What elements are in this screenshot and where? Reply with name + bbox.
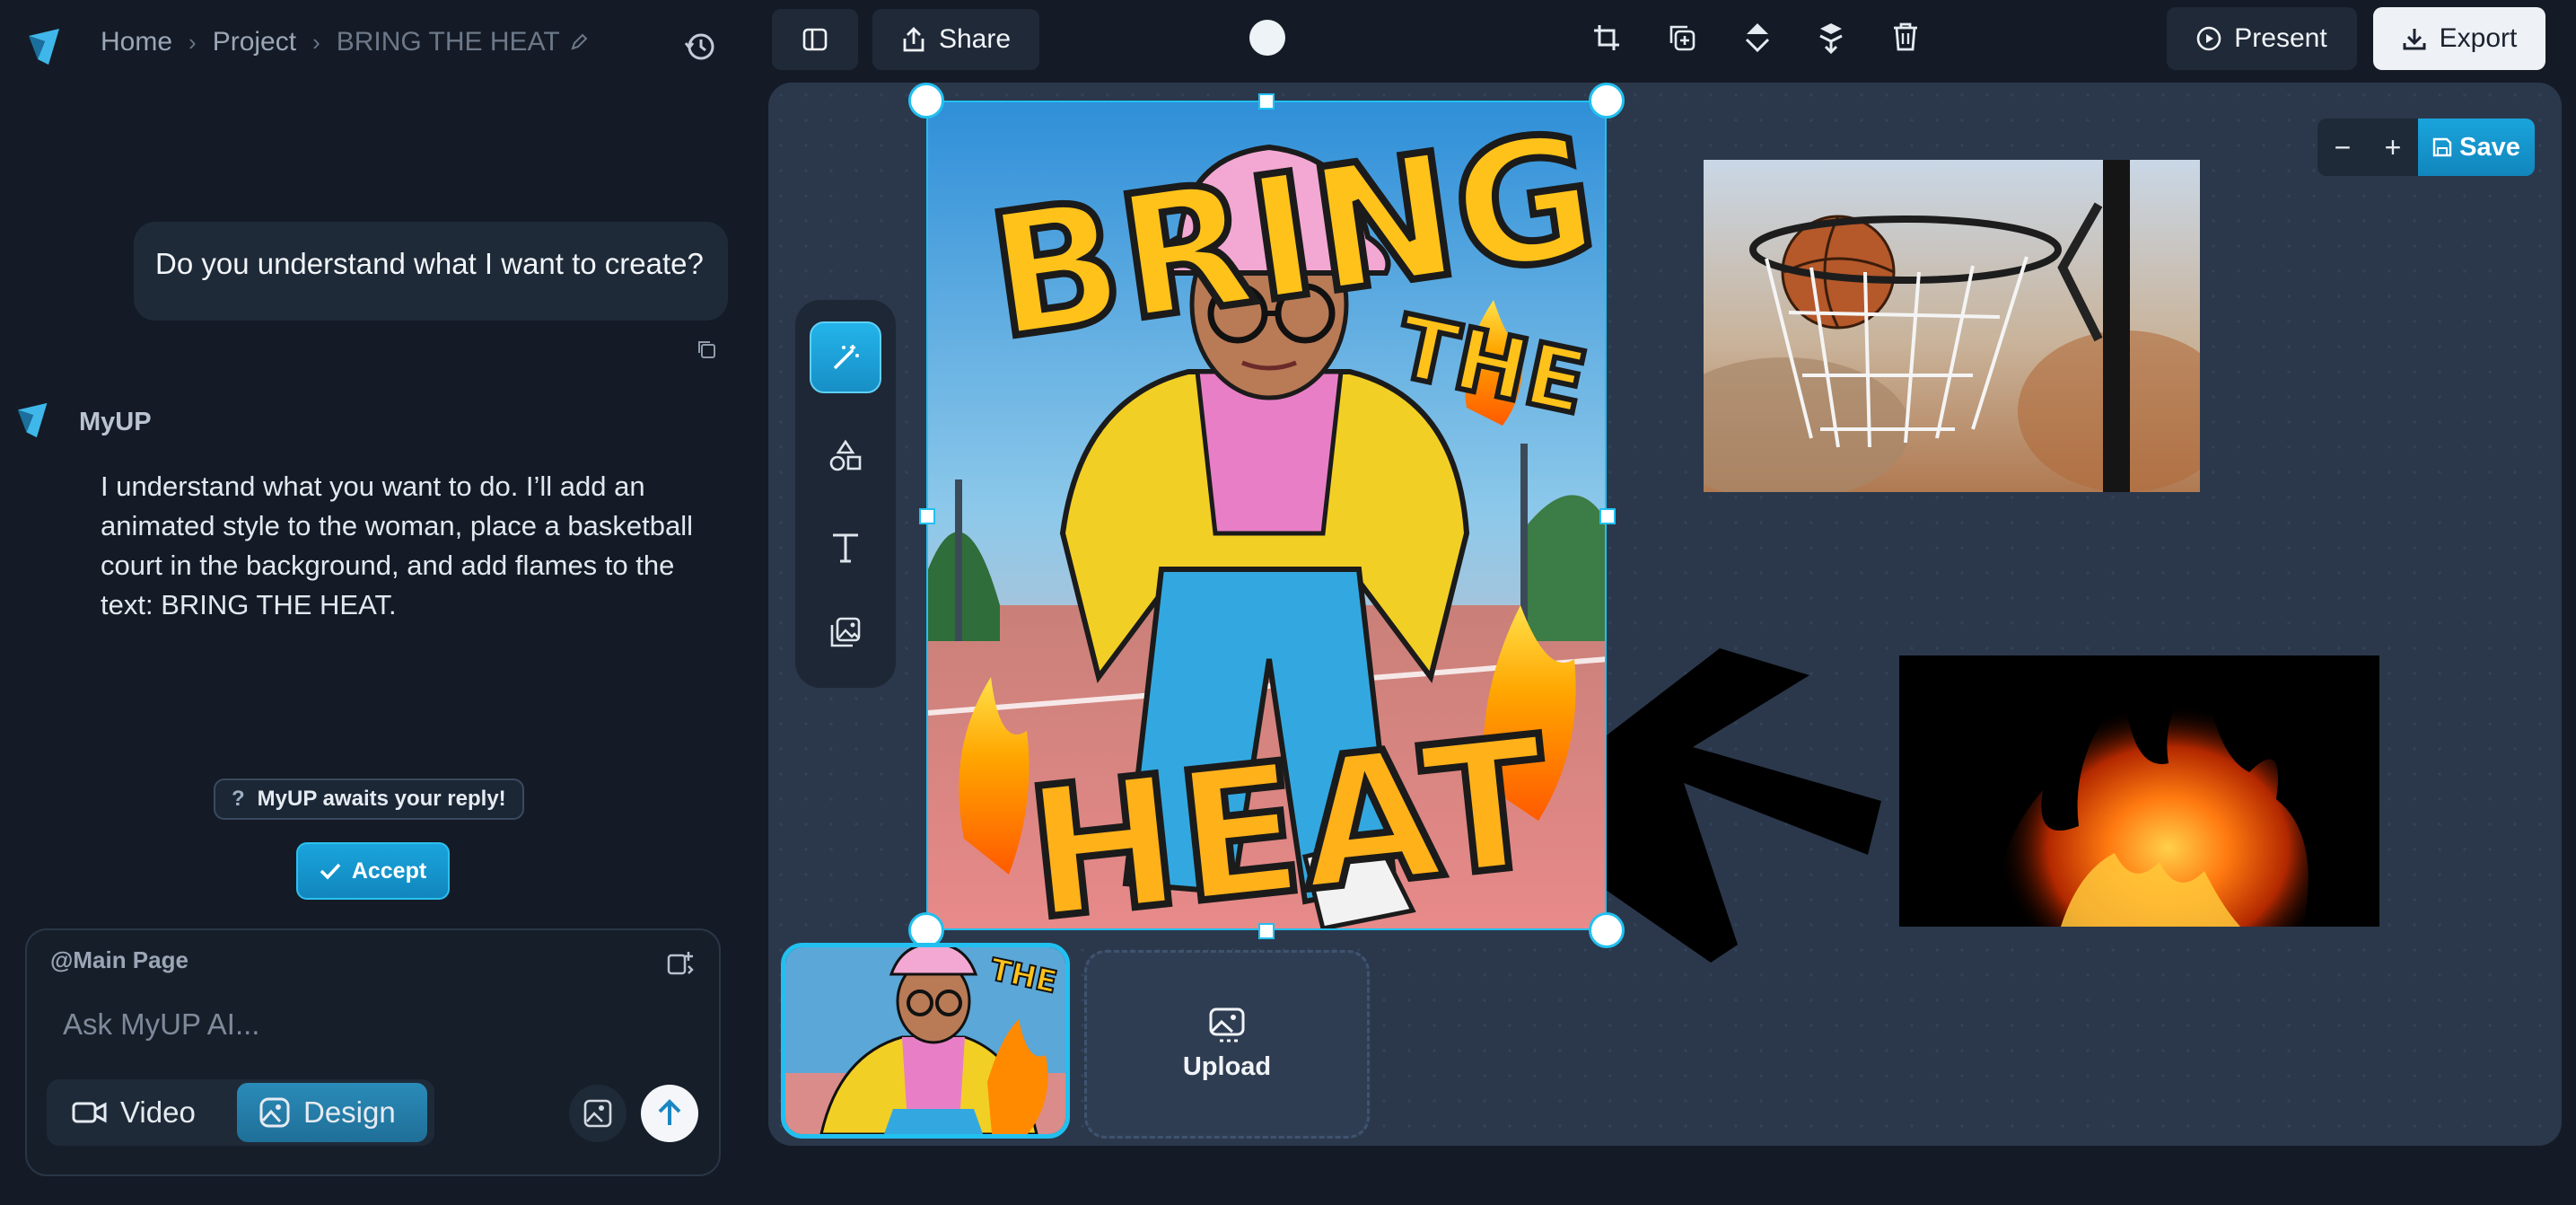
media-tool[interactable] [810,596,881,668]
accept-label: Accept [351,858,427,884]
upload-label: Upload [1182,1051,1272,1081]
image-icon [583,1098,613,1129]
tab-video-label: Video [120,1095,196,1129]
chat-panel: Home › Project › BRING THE HEAT Do you u… [0,0,745,1205]
resize-handle-top-left[interactable] [908,83,944,119]
toggle-sidebar-button[interactable] [772,9,858,70]
resize-handle-bottom[interactable] [1258,923,1275,939]
upload-button[interactable]: Upload [1084,950,1370,1139]
export-button[interactable]: Export [2373,7,2545,70]
composer: @Main Page Ask MyUP AI... Video Design [25,928,721,1176]
resize-handle-right[interactable] [1599,508,1616,524]
accept-button[interactable]: Accept [296,842,450,900]
history-icon[interactable] [684,31,716,63]
arrow-shape[interactable] [1594,648,1881,963]
zoom-out-button[interactable]: − [2318,119,2368,176]
upload-image-button[interactable] [569,1085,626,1142]
resize-handle-left[interactable] [919,508,935,524]
text-icon [830,532,861,564]
resize-handle-top[interactable] [1258,93,1275,110]
page-thumbnail[interactable]: THE [781,943,1070,1139]
save-label: Save [2459,132,2520,162]
gallery-icon [829,616,862,648]
breadcrumb-current: BRING THE HEAT [336,27,560,57]
share-label: Share [938,24,1012,54]
upload-image-icon [1207,1007,1247,1043]
bring-forward-icon[interactable] [1743,22,1772,54]
design-canvas[interactable]: − + Save BRING THE HEAT THE Upload [768,83,2562,1146]
delete-icon[interactable] [1892,22,1919,52]
arrow-up-icon [656,1099,683,1128]
basketball-hoop-image[interactable] [1704,160,2200,492]
resize-handle-bottom-right[interactable] [1589,912,1625,948]
rotate-handle[interactable] [1249,20,1285,56]
tab-design[interactable]: Design [237,1083,427,1142]
text-tool[interactable] [810,512,881,584]
question-icon: ? [232,787,245,811]
image-icon [258,1096,291,1129]
send-button[interactable] [641,1085,698,1142]
present-button[interactable]: Present [2167,7,2357,70]
duplicate-icon[interactable] [1668,23,1696,52]
mode-tabs: Video Design [47,1079,434,1146]
video-camera-icon [72,1099,108,1126]
chevron-right-icon: › [188,28,197,56]
share-icon [901,26,926,53]
chevron-right-icon: › [312,28,320,56]
magic-wand-icon [829,341,862,374]
tab-video[interactable]: Video [50,1083,237,1142]
bot-name: MyUP [79,408,152,436]
await-text: MyUP awaits your reply! [257,787,506,811]
ask-input[interactable]: Ask MyUP AI... [63,1007,259,1042]
bot-avatar-icon [14,400,56,440]
save-button[interactable]: Save [2418,119,2535,176]
export-label: Export [2439,23,2518,53]
magic-wand-tool[interactable] [810,321,881,393]
fire-image[interactable] [1899,655,2379,927]
selected-poster-image[interactable]: BRING THE HEAT [926,101,1607,930]
floppy-disk-icon [2432,137,2452,157]
check-icon [320,862,341,880]
shapes-icon [828,439,863,473]
resize-handle-top-right[interactable] [1589,83,1625,119]
present-label: Present [2234,23,2327,53]
user-message: Do you understand what I want to create? [134,222,728,321]
breadcrumb: Home › Project › BRING THE HEAT [101,27,589,57]
edit-pencil-icon[interactable] [569,32,589,52]
shapes-tool[interactable] [810,420,881,492]
context-label[interactable]: @Main Page [50,946,188,974]
app-logo[interactable] [25,27,68,66]
breadcrumb-home[interactable]: Home [101,27,172,57]
play-circle-icon [2196,26,2221,51]
await-status-badge: ? MyUP awaits your reply! [214,778,524,820]
share-button[interactable]: Share [872,9,1039,70]
attach-page-icon[interactable] [665,946,696,977]
tool-rail [795,300,896,688]
crop-icon[interactable] [1592,23,1621,52]
download-icon [2402,26,2427,51]
copy-icon[interactable] [696,339,717,360]
zoom-in-button[interactable]: + [2368,119,2418,176]
sidebar-icon [802,28,828,51]
breadcrumb-project[interactable]: Project [213,27,296,57]
tab-design-label: Design [303,1095,396,1129]
send-backward-icon[interactable] [1817,22,1845,54]
zoom-controls: − + Save [2318,119,2535,176]
bot-message: I understand what you want to do. I’ll a… [101,471,693,620]
